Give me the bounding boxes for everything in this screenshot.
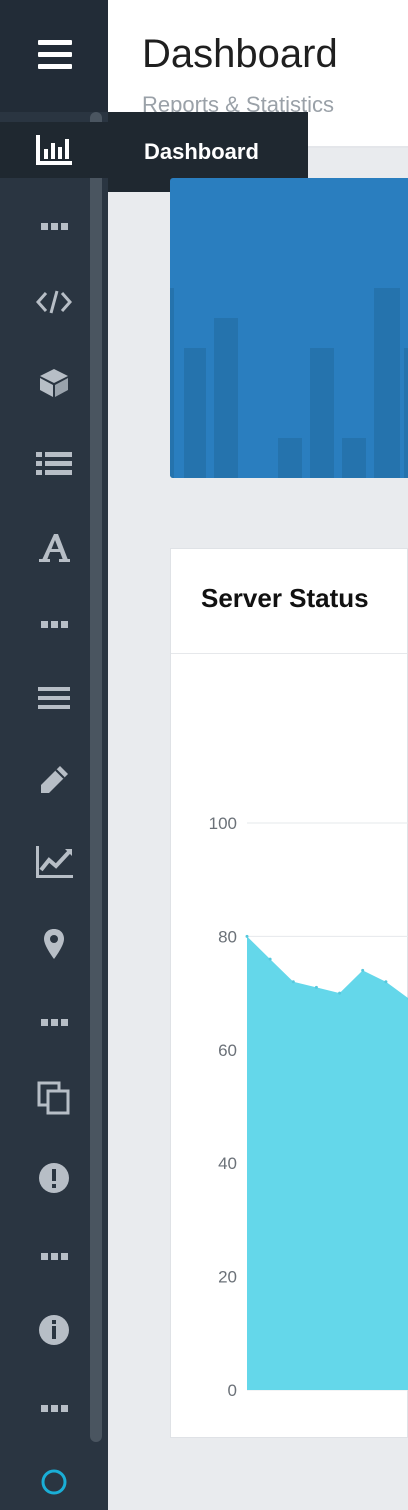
more-dots-icon — [40, 1252, 68, 1260]
list-icon — [36, 452, 72, 475]
data-point — [338, 991, 342, 995]
y-tick-label: 80 — [218, 927, 237, 946]
data-point — [245, 934, 249, 938]
more-dots-icon — [40, 222, 68, 230]
stats-bar — [184, 348, 206, 478]
data-point — [361, 968, 365, 972]
sidebar-item-pages[interactable] — [0, 1070, 108, 1126]
page-title: Dashboard — [142, 32, 338, 76]
sidebar-item-more-5[interactable] — [0, 1380, 108, 1436]
bar-chart-icon — [36, 135, 72, 165]
pencil-icon — [41, 766, 68, 793]
y-tick-label: 0 — [228, 1381, 237, 1400]
y-tick-label: 20 — [218, 1268, 237, 1287]
sidebar-item-menu[interactable] — [0, 670, 108, 726]
menu-icon — [38, 40, 72, 70]
more-dots-icon — [40, 1404, 68, 1412]
sidebar-item-more-4[interactable] — [0, 1228, 108, 1284]
more-dots-icon — [40, 620, 68, 628]
tooltip-label: Dashboard — [144, 139, 259, 164]
sidebar-item-alerts[interactable] — [0, 1150, 108, 1206]
more-dots-icon — [40, 1018, 68, 1026]
menu-lines-icon — [38, 687, 70, 709]
data-point — [384, 980, 388, 984]
stats-bar — [310, 348, 334, 478]
sidebar-item-edit[interactable] — [0, 752, 108, 808]
cube-icon — [40, 369, 68, 397]
sidebar-item-more-1[interactable] — [0, 198, 108, 254]
stats-card — [170, 178, 408, 478]
stats-bar — [170, 288, 174, 478]
server-status-chart: 0 20 40 60 80 100 — [209, 814, 408, 1400]
data-point — [268, 957, 272, 961]
map-marker-icon — [44, 929, 64, 959]
sidebar-item-more-3[interactable] — [0, 994, 108, 1050]
stats-bar — [214, 318, 238, 478]
area-series — [247, 936, 408, 1390]
stats-bar — [342, 438, 366, 478]
font-icon — [39, 534, 70, 562]
sidebar-item-more-2[interactable] — [0, 596, 108, 652]
info-icon — [39, 1315, 69, 1345]
line-chart-icon — [36, 846, 73, 878]
sidebar-item-status[interactable] — [0, 1454, 108, 1510]
stats-bar — [404, 348, 408, 478]
stats-bar — [278, 438, 302, 478]
code-icon — [36, 290, 72, 314]
menu-toggle-button[interactable] — [0, 0, 108, 112]
data-point — [314, 985, 318, 989]
sidebar-item-charts[interactable] — [0, 834, 108, 890]
y-tick-label: 40 — [218, 1154, 237, 1173]
exclamation-icon — [39, 1163, 69, 1193]
y-tick-label: 60 — [218, 1041, 237, 1060]
copy-icon — [37, 1081, 70, 1115]
sidebar-item-font[interactable] — [0, 520, 108, 576]
sidebar-item-code[interactable] — [0, 274, 108, 330]
sidebar-item-list[interactable] — [0, 436, 108, 492]
data-point — [291, 980, 295, 984]
server-status-card: Server Status 0 20 40 60 80 100 — [170, 548, 408, 1438]
sidebar-item-maps[interactable] — [0, 916, 108, 972]
sidebar — [0, 0, 108, 1510]
circle-icon — [41, 1469, 67, 1495]
sidebar-item-dashboard[interactable] — [0, 122, 108, 178]
sidebar-item-cube[interactable] — [0, 355, 108, 411]
sidebar-item-info[interactable] — [0, 1302, 108, 1358]
stats-bar — [374, 288, 400, 478]
y-tick-label: 100 — [209, 814, 237, 833]
